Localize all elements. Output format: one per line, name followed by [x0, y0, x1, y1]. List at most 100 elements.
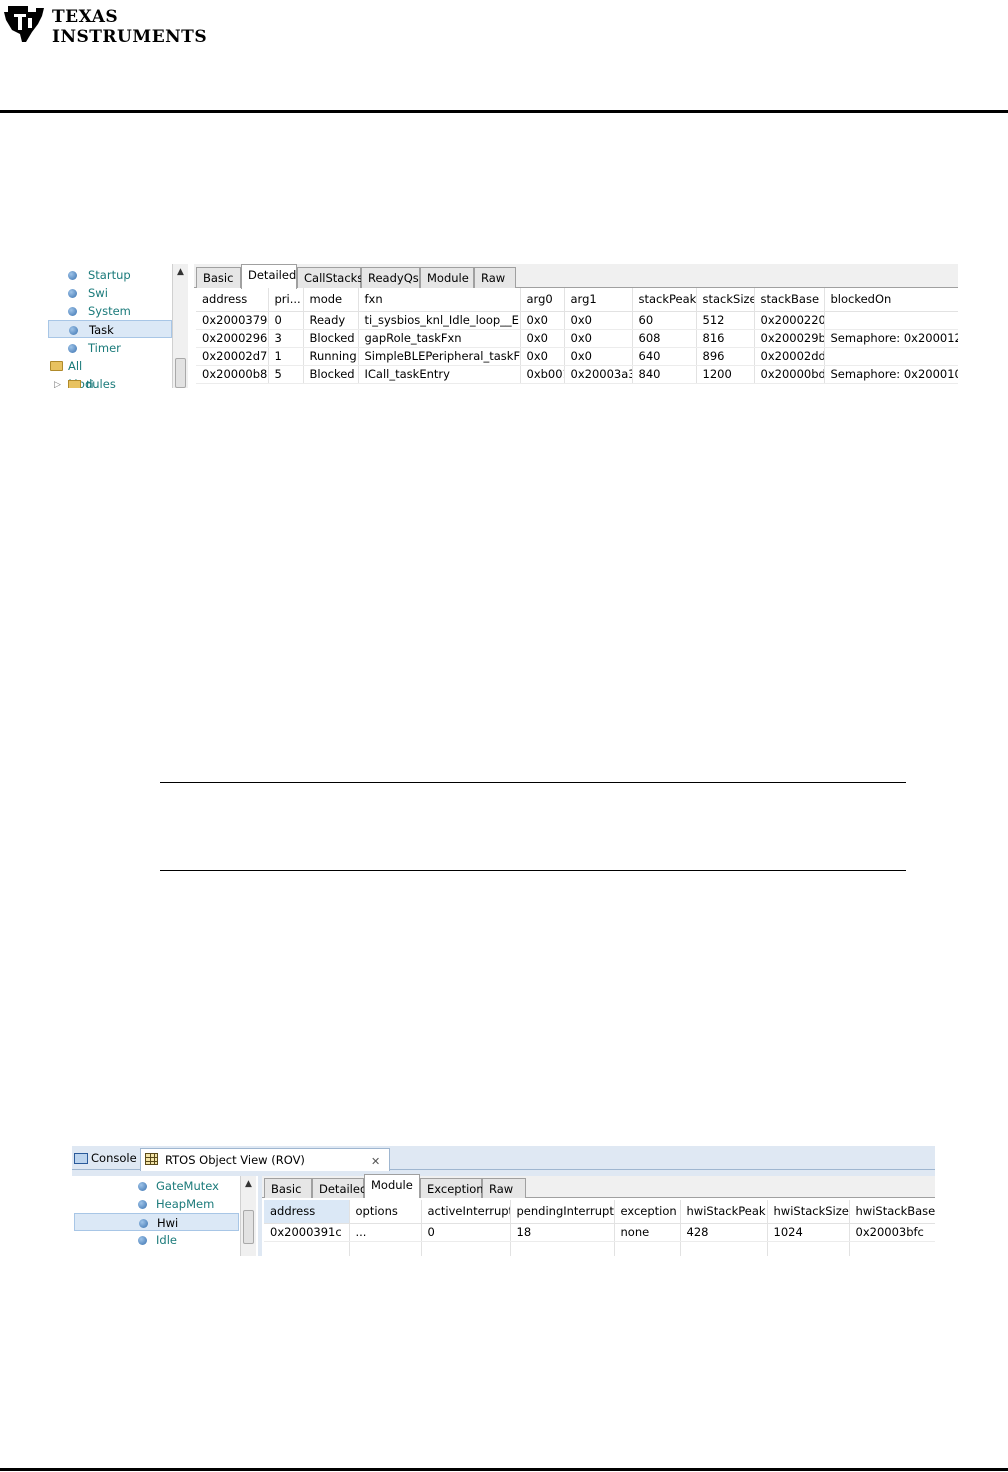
table-cell: 60 [632, 311, 697, 330]
table-row[interactable]: 0x20000b80 5 Blocked ICall_taskEntry 0xb… [196, 365, 958, 384]
tab-rov[interactable]: RTOS Object View (ROV) ✕ [140, 1148, 390, 1171]
table-cell: SimpleBLEPeripheral_taskFxn [358, 347, 521, 366]
expand-arrow-icon[interactable]: ▷ [54, 376, 61, 388]
table-cell: 1 [268, 347, 304, 366]
column-header[interactable]: stackPeak [632, 288, 697, 312]
tree-item-system[interactable]: System [48, 302, 172, 320]
column-header[interactable]: pendingInterrupt [510, 1200, 615, 1224]
table-cell: Running [303, 347, 359, 366]
tab-raw[interactable]: Raw [482, 1178, 526, 1198]
column-header[interactable]: address [196, 288, 269, 312]
table-icon [145, 1153, 158, 1165]
tab-console[interactable]: Console [72, 1148, 140, 1170]
table-cell: 0x0 [564, 347, 633, 366]
tab-module[interactable]: Module [364, 1174, 420, 1198]
scroll-up-icon[interactable]: ▲ [241, 1176, 256, 1192]
column-header[interactable]: activeInterrupt [421, 1200, 511, 1224]
tree-item-label: Startup [88, 268, 131, 282]
tree-item-gatemutex[interactable]: GateMutex [74, 1177, 239, 1195]
view-tabbar: Basic Detailed Module Exception Raw [262, 1174, 935, 1198]
tree-item-label: System [88, 304, 131, 318]
column-header[interactable]: options [349, 1200, 422, 1224]
tab-module[interactable]: Module [420, 267, 474, 288]
table-row[interactable]: 0x20002968 3 Blocked gapRole_taskFxn 0x0… [196, 329, 958, 348]
tab-readyqs[interactable]: ReadyQs [361, 267, 420, 288]
module-bullet-icon [138, 1182, 147, 1191]
column-header[interactable]: arg0 [520, 288, 565, 312]
tree-item-heapmem[interactable]: HeapMem [74, 1195, 239, 1213]
tab-raw[interactable]: Raw [474, 267, 516, 288]
module-tree: Startup Swi System Task Timer All Module… [48, 264, 190, 388]
tree-item-label: Hwi [157, 1216, 179, 1230]
column-header[interactable]: exception [614, 1200, 681, 1224]
scroll-thumb[interactable] [175, 358, 186, 388]
tree-item-hwi[interactable]: Hwi [74, 1213, 239, 1231]
module-bullet-icon [139, 1219, 148, 1228]
hwi-table: address options activeInterrupt pendingI… [264, 1200, 935, 1256]
column-header[interactable]: stackSize [696, 288, 755, 312]
table-cell: 0x0 [520, 347, 565, 366]
task-view-panel: Basic Detailed CallStacks ReadyQs Module… [194, 264, 958, 388]
ti-chip-icon [4, 6, 44, 42]
tab-basic[interactable]: Basic [264, 1178, 312, 1198]
table-cell: 840 [632, 365, 697, 384]
tree-item-timer[interactable]: Timer [48, 339, 172, 357]
note-bottom-rule [160, 870, 906, 871]
column-header[interactable]: address [264, 1200, 350, 1224]
column-header[interactable]: fxn [358, 288, 521, 312]
table-cell: 0x0 [520, 311, 565, 330]
tab-detailed[interactable]: Detailed [312, 1178, 367, 1198]
view-tabbar: Console RTOS Object View (ROV) ✕ [72, 1146, 935, 1171]
table-cell: 0x20000bd0 [754, 365, 825, 384]
tab-detailed[interactable]: Detailed [241, 264, 297, 289]
logo-text-line1: TEXAS [52, 7, 119, 27]
table-row[interactable]: 0x20003794 0 Ready ti_sysbios_knl_Idle_l… [196, 311, 958, 330]
module-bullet-icon [68, 289, 77, 298]
tree-scrollbar[interactable]: ▲ [172, 264, 188, 388]
header-rule [0, 110, 1008, 113]
column-header[interactable]: hwiStackBase [849, 1200, 935, 1224]
module-tree: GateMutex HeapMem Hwi Idle ▲ [72, 1176, 258, 1256]
table-cell: ICall_taskEntry [358, 365, 521, 384]
tab-exception[interactable]: Exception [420, 1178, 484, 1198]
tree-item-idle[interactable]: Idle [74, 1231, 239, 1249]
module-bullet-icon [68, 271, 77, 280]
table-cell: 0x20002d7c [196, 347, 269, 366]
table-cell: Ready [303, 311, 359, 330]
column-header[interactable]: pri... [268, 288, 304, 312]
view-tabbar: Basic Detailed CallStacks ReadyQs Module… [194, 264, 958, 289]
table-cell: 0 [268, 311, 304, 330]
tree-item-label: GateMutex [156, 1179, 219, 1193]
table-cell: 0x20000b80 [196, 365, 269, 384]
footer-rule [0, 1468, 1008, 1471]
tree-folder-label: ti [86, 378, 94, 388]
tree-scrollbar[interactable]: ▲ [240, 1176, 256, 1256]
table-cell: 0x20003bfc [849, 1223, 935, 1242]
table-cell: Semaphore: 0x20001228 [824, 329, 958, 348]
table-row[interactable]: 0x20002d7c 1 Running SimpleBLEPeripheral… [196, 347, 958, 366]
tree-item-label: Task [89, 323, 114, 337]
note-top-rule [160, 782, 906, 783]
tab-callstacks[interactable]: CallStacks [297, 267, 363, 288]
table-cell: 18 [510, 1223, 615, 1242]
table-cell: ti_sysbios_knl_Idle_loop__E [358, 311, 521, 330]
close-icon[interactable]: ✕ [371, 1152, 380, 1172]
table-cell: 0x2000391c [264, 1223, 350, 1242]
column-header[interactable]: hwiStackSize [767, 1200, 850, 1224]
tab-basic[interactable]: Basic [196, 267, 241, 288]
column-header[interactable]: mode [303, 288, 359, 312]
column-header[interactable]: hwiStackPeak [680, 1200, 768, 1224]
table-cell: 608 [632, 329, 697, 348]
tree-item-task[interactable]: Task [48, 320, 172, 338]
tree-item-label: Swi [88, 286, 108, 300]
rov-task-screenshot: Startup Swi System Task Timer All Module… [48, 264, 958, 388]
table-cell: 816 [696, 329, 755, 348]
column-header[interactable]: blockedOn [824, 288, 958, 312]
table-row[interactable]: 0x2000391c ... 0 18 none 428 1024 0x2000… [264, 1223, 935, 1242]
scroll-thumb[interactable] [243, 1210, 254, 1244]
scroll-up-icon[interactable]: ▲ [173, 264, 188, 280]
tree-item-startup[interactable]: Startup [48, 266, 172, 284]
column-header[interactable]: stackBase [754, 288, 825, 312]
column-header[interactable]: arg1 [564, 288, 633, 312]
tree-item-swi[interactable]: Swi [48, 284, 172, 302]
